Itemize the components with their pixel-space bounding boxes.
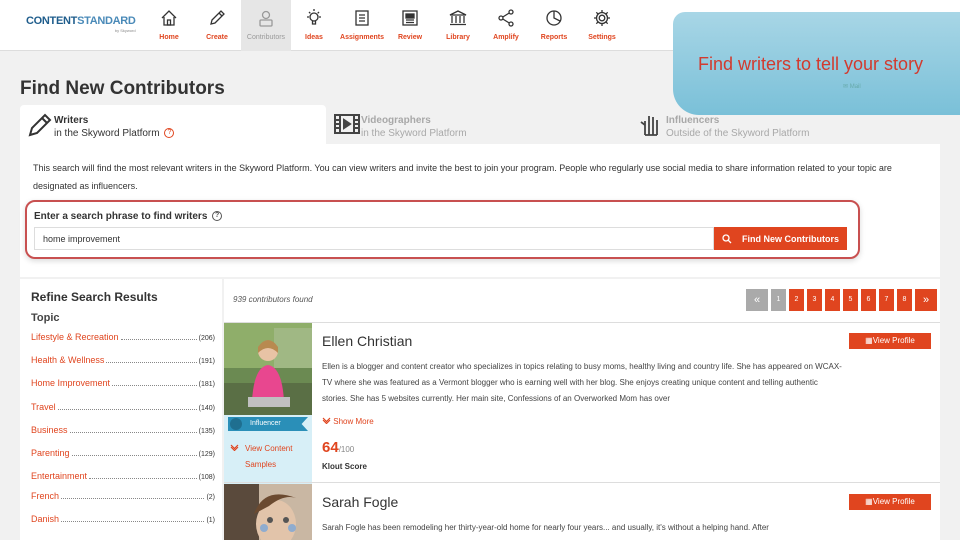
search-input[interactable]	[34, 227, 714, 250]
find-contributors-button[interactable]: Find New Contributors	[714, 227, 847, 250]
filter-item[interactable]: French (2)	[31, 491, 215, 503]
mail-link[interactable]: ✉ Mail	[843, 83, 861, 90]
nav-reports[interactable]: Reports	[530, 0, 578, 51]
nav-library[interactable]: Library	[434, 0, 482, 51]
nav-home[interactable]: Home	[145, 0, 193, 51]
pager-page-button[interactable]: 4	[825, 289, 840, 311]
tab-influencers[interactable]: Influencers Outside of the Skyword Platf…	[632, 105, 932, 144]
help-icon[interactable]: ?	[212, 211, 223, 222]
chevron-down-icon	[322, 417, 331, 425]
tab-videographers[interactable]: Videographers in the Skyword Platform	[327, 105, 627, 144]
hand-icon	[640, 116, 658, 136]
pencil-icon	[28, 113, 52, 137]
share-icon	[498, 9, 514, 27]
film-icon	[334, 114, 360, 134]
pager-first-button[interactable]: «	[746, 289, 768, 311]
contributor-name[interactable]: Sarah Fogle	[322, 494, 398, 510]
contributor-name[interactable]: Ellen Christian	[322, 333, 412, 349]
help-icon[interactable]: ?	[164, 128, 175, 139]
klout-score-label: Klout Score	[322, 462, 367, 471]
search-icon	[722, 233, 732, 243]
filter-item[interactable]: Business (135)	[31, 425, 215, 437]
pager-page-button[interactable]: 2	[789, 289, 804, 311]
view-profile-button[interactable]: ▦View Profile	[849, 494, 931, 510]
nav-contributors[interactable]: Contributors	[241, 0, 291, 51]
logo[interactable]: CONTENTSTANDARD by Skyword	[26, 15, 136, 33]
tab-writers[interactable]: Writers in the Skyword Platform ?	[20, 105, 326, 144]
nav-assignments[interactable]: Assignments	[338, 0, 386, 51]
promo-banner: Find writers to tell your story ✉ Mail	[673, 12, 960, 115]
filter-item[interactable]: Home Improvement (181)	[31, 378, 215, 390]
gear-icon	[594, 10, 610, 26]
content-samples-box: Influencer View Content Samples	[224, 415, 312, 486]
contributor-photo[interactable]	[224, 323, 312, 415]
newspaper-icon	[402, 10, 418, 26]
person-icon	[259, 10, 273, 27]
lightbulb-icon	[307, 9, 321, 25]
library-icon	[449, 10, 467, 26]
sidebar-section-topic: Topic	[31, 312, 60, 324]
klout-score: 64/100	[322, 439, 355, 456]
nav-settings[interactable]: Settings	[578, 0, 626, 51]
search-box: Enter a search phrase to find writers ? …	[25, 200, 860, 259]
contributor-bio: Ellen is a blogger and content creator w…	[322, 362, 842, 403]
filter-item[interactable]: Danish (1)	[31, 514, 215, 526]
search-panel: This search will find the most relevant …	[20, 144, 940, 277]
nav-amplify[interactable]: Amplify	[482, 0, 530, 51]
pager-page-button[interactable]: 3	[807, 289, 822, 311]
home-icon	[161, 10, 177, 26]
pager-next-button[interactable]: »	[915, 289, 937, 311]
filter-item[interactable]: Parenting (129)	[31, 448, 215, 460]
filter-item[interactable]: Lifestyle & Recreation (206)	[31, 332, 215, 344]
view-content-samples-link[interactable]: View Content Samples	[230, 441, 306, 473]
contributor-photo[interactable]	[224, 484, 312, 540]
chevron-down-icon	[230, 441, 239, 457]
refine-sidebar: Refine Search Results Topic Lifestyle & …	[20, 279, 222, 540]
filter-item[interactable]: Health & Wellness (191)	[31, 355, 215, 367]
pager-page-button[interactable]: 8	[897, 289, 912, 311]
pie-chart-icon	[546, 10, 562, 26]
pencil-icon	[210, 10, 225, 25]
pager-page-button[interactable]: 7	[879, 289, 894, 311]
results-panel: 939 contributors found « 1 2 3 4 5 6 7 8…	[224, 279, 940, 540]
profile-card-icon: ▦	[865, 497, 873, 506]
filter-item[interactable]: Entertainment (108)	[31, 471, 215, 483]
influencer-badge: Influencer	[228, 417, 308, 431]
pagination: « 1 2 3 4 5 6 7 8 »	[746, 289, 937, 311]
nav-create[interactable]: Create	[193, 0, 241, 51]
search-description: This search will find the most relevant …	[33, 163, 892, 191]
page-title: Find New Contributors	[20, 78, 225, 99]
profile-card-icon: ▦	[865, 336, 873, 345]
pager-page-button[interactable]: 1	[771, 289, 786, 311]
sidebar-title: Refine Search Results	[31, 290, 158, 304]
results-count: 939 contributors found	[233, 295, 313, 304]
view-profile-button[interactable]: ▦View Profile	[849, 333, 931, 349]
pager-page-button[interactable]: 5	[843, 289, 858, 311]
show-more-link[interactable]: Show More	[322, 417, 374, 426]
checklist-icon	[355, 10, 369, 26]
nav-review[interactable]: Review	[386, 0, 434, 51]
pager-page-button[interactable]: 6	[861, 289, 876, 311]
nav-ideas[interactable]: Ideas	[290, 0, 338, 51]
filter-item[interactable]: Travel (140)	[31, 402, 215, 414]
contributor-bio: Sarah Fogle has been remodeling her thir…	[322, 523, 769, 532]
